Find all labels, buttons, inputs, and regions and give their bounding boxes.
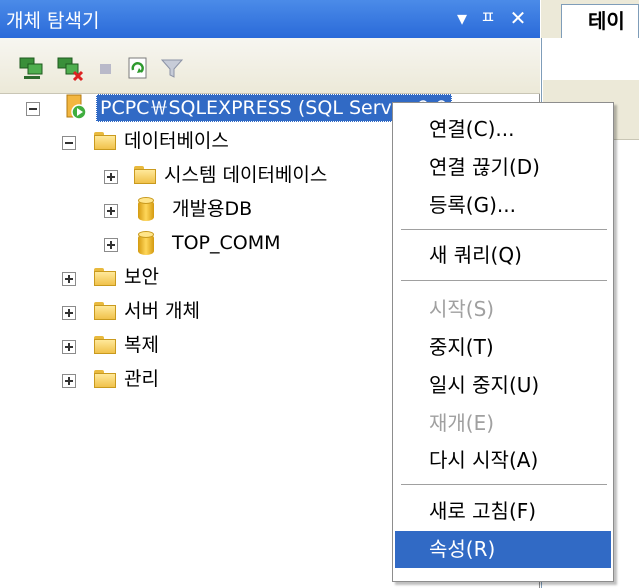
expand-icon[interactable] (104, 238, 118, 252)
pin-icon[interactable]: ㅍ (474, 4, 502, 32)
tree-node-server-objects[interactable]: 서버 개체 (0, 298, 390, 332)
node-label: 관리 (124, 368, 159, 390)
refresh-icon[interactable] (124, 54, 152, 82)
menu-separator (401, 484, 607, 485)
tree-node-replication[interactable]: 복제 (0, 332, 390, 366)
collapse-icon[interactable] (26, 102, 40, 116)
menu-item-start: 시작(S) (429, 297, 495, 321)
tree-node-system-databases[interactable]: 시스템 데이터베이스 (0, 162, 390, 196)
node-label: 서버 개체 (124, 300, 200, 322)
tree-node-databases[interactable]: 데이터베이스 (0, 128, 420, 162)
tree-node-management[interactable]: 관리 (0, 366, 390, 400)
node-label: TOP_COMM (172, 232, 281, 254)
dropdown-icon[interactable]: ▾ (448, 4, 476, 32)
connect-icon[interactable] (18, 54, 46, 82)
explorer-toolbar (0, 38, 540, 94)
expand-icon[interactable] (104, 170, 118, 184)
menu-item-stop[interactable]: 중지(T) (395, 329, 611, 366)
menu-item-refresh[interactable]: 새로 고침(F) (395, 493, 611, 530)
collapse-icon[interactable] (62, 136, 76, 150)
menu-separator (401, 280, 607, 281)
menu-item-resume: 재개(E) (429, 411, 495, 435)
disconnect-icon[interactable] (56, 54, 84, 82)
menu-item-connect[interactable]: 연결(C)... (395, 111, 611, 148)
tree-node-database[interactable]: TOP_COMM (0, 230, 390, 264)
expand-icon[interactable] (62, 272, 76, 286)
node-label: 복제 (124, 334, 159, 356)
server-icon (66, 94, 87, 120)
tree-node-database[interactable]: 개발용DB (0, 196, 390, 230)
panel-titlebar: 개체 탐색기 ▾ ㅍ ✕ (0, 0, 540, 38)
expand-icon[interactable] (104, 204, 118, 218)
expand-icon[interactable] (62, 374, 76, 388)
folder-icon (94, 268, 116, 286)
filter-icon[interactable] (158, 54, 186, 82)
context-menu: 연결(C)... 연결 끊기(D) 등록(G)... 새 쿼리(Q) 시작(S)… (392, 102, 614, 582)
stop-icon[interactable] (92, 54, 120, 82)
node-label: 데이터베이스 (124, 130, 229, 152)
node-label: 보안 (124, 266, 159, 288)
menu-item-disconnect[interactable]: 연결 끊기(D) (395, 149, 611, 186)
close-icon[interactable]: ✕ (504, 4, 532, 32)
expand-icon[interactable] (62, 306, 76, 320)
expand-icon[interactable] (62, 340, 76, 354)
menu-item-register[interactable]: 등록(G)... (395, 187, 611, 224)
node-label: 개발용DB (172, 198, 253, 220)
menu-item-new-query[interactable]: 새 쿼리(Q) (395, 237, 611, 274)
menu-separator (401, 229, 607, 230)
node-label: 시스템 데이터베이스 (164, 164, 328, 186)
database-icon (138, 197, 154, 221)
menu-item-pause[interactable]: 일시 중지(U) (395, 367, 611, 404)
folder-icon (94, 336, 116, 354)
folder-icon (94, 132, 116, 150)
folder-icon (94, 370, 116, 388)
folder-icon (134, 166, 156, 184)
folder-icon (94, 302, 116, 320)
panel-title: 개체 탐색기 (6, 10, 100, 32)
database-icon (138, 231, 154, 255)
menu-item-properties[interactable]: 속성(R) (395, 531, 611, 568)
menu-item-restart[interactable]: 다시 시작(A) (395, 442, 611, 479)
tree-node-security[interactable]: 보안 (0, 264, 390, 298)
document-tab[interactable]: 테이 (561, 4, 639, 38)
